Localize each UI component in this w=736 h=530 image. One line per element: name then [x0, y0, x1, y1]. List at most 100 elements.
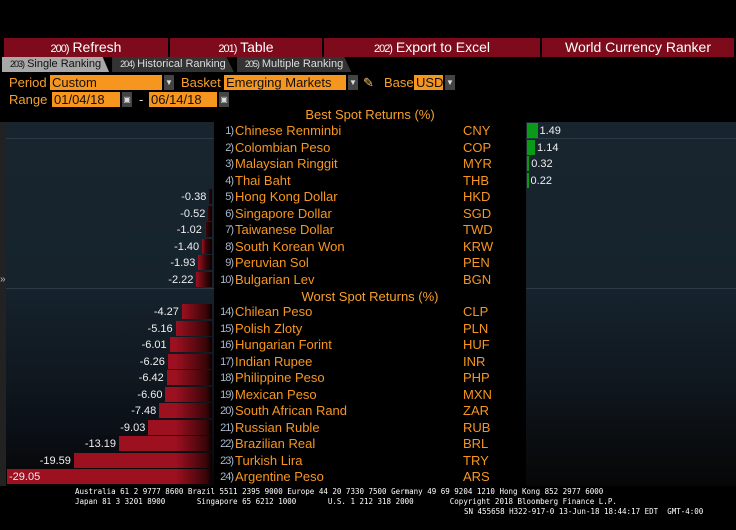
rank-number: 20) [220, 405, 234, 417]
currency-name[interactable]: Malaysian Ringgit [235, 156, 338, 172]
rank-number: 19) [220, 388, 234, 401]
negative-return-bar [204, 222, 212, 237]
rank-number: 3) [225, 158, 234, 170]
start-calendar-icon[interactable]: ▣ [122, 92, 132, 107]
rank-number: 17) [220, 355, 234, 368]
currency-name[interactable]: Peruvian Sol [235, 255, 309, 271]
currency-row[interactable]: -13.19 22) Brazilian Real BRL [0, 436, 736, 452]
currency-code: INR [463, 353, 486, 369]
currency-row[interactable]: -4.27 14) Chilean Peso CLP [0, 304, 736, 320]
return-value: -6.60 [137, 388, 163, 401]
currency-name[interactable]: Singapore Dollar [235, 206, 332, 222]
end-calendar-icon[interactable]: ▣ [219, 92, 229, 107]
currency-row[interactable]: 1.14 2) Colombian Peso COP [0, 139, 736, 156]
period-dropdown-icon[interactable]: ▼ [164, 75, 174, 90]
return-value: -6.42 [138, 372, 164, 384]
currency-name[interactable]: Russian Ruble [235, 420, 320, 436]
rank-number: 2) [225, 141, 234, 154]
currency-code: MYR [463, 156, 492, 171]
currency-name[interactable]: Chinese Renminbi [235, 123, 341, 139]
tab-label: Multiple Ranking [261, 58, 344, 70]
currency-name[interactable]: Indian Rupee [235, 354, 312, 370]
end-date-input[interactable]: 06/14/18 [149, 92, 217, 107]
currency-row[interactable]: -0.38 5) Hong Kong Dollar HKD [0, 189, 736, 205]
edit-pencil-icon[interactable]: ✎ [363, 75, 374, 90]
base-currency-select[interactable]: USD [414, 75, 443, 90]
currency-name[interactable]: South African Rand [235, 403, 347, 419]
currency-name[interactable]: Brazilian Real [235, 436, 315, 452]
export-excel-button[interactable]: 202) Export to Excel [324, 38, 540, 57]
currency-row[interactable]: 1.49 1) Chinese Renminbi CNY [0, 123, 736, 139]
footer-contacts-1: Australia 61 2 9777 8600 Brazil 5511 239… [75, 487, 604, 496]
currency-name[interactable]: Chilean Peso [235, 304, 312, 320]
tab-single-ranking[interactable]: 203) Single Ranking [2, 57, 110, 72]
basket-dropdown-icon[interactable]: ▼ [348, 75, 358, 90]
currency-code: BRL [463, 436, 489, 451]
negative-return-bar [181, 304, 212, 319]
tab-historical-ranking[interactable]: 204) Historical Ranking [112, 57, 234, 72]
currency-row[interactable]: -29.05 24) Argentine Peso ARS [0, 469, 736, 485]
negative-return-bar [165, 386, 212, 402]
return-value: -1.93 [170, 257, 196, 269]
negative-return-bar [119, 436, 212, 451]
start-date-input[interactable]: 01/04/18 [52, 92, 120, 107]
footer-session-info: SN 455658 H322-917-0 13-Jun-18 18:44:17 … [464, 507, 704, 516]
currency-row[interactable]: -1.02 7) Taiwanese Dollar TWD [0, 222, 736, 238]
table-number: 201) [218, 43, 237, 55]
refresh-button[interactable]: 200) Refresh [4, 38, 168, 57]
currency-name[interactable]: Polish Zloty [235, 321, 302, 337]
footer-contacts-2: Japan 81 3 3201 8900 Singapore 65 6212 1… [75, 497, 617, 506]
base-dropdown-icon[interactable]: ▼ [445, 75, 455, 90]
return-value: 1.14 [537, 141, 559, 154]
table-label: Table [240, 39, 274, 55]
currency-code: TRY [463, 452, 489, 468]
currency-code: ARS [463, 469, 490, 484]
currency-name[interactable]: Hong Kong Dollar [235, 189, 338, 205]
currency-row[interactable]: -9.03 21) Russian Ruble RUB [0, 419, 736, 436]
currency-name[interactable]: Bulgarian Lev [235, 272, 315, 288]
grid-line [6, 288, 214, 289]
worst-returns-header: Worst Spot Returns (%) [301, 289, 439, 304]
positive-return-bar [527, 123, 538, 138]
currency-row[interactable]: -5.16 15) Polish Zloty PLN [0, 320, 736, 337]
rank-number: 15) [220, 322, 234, 335]
currency-row[interactable]: -6.60 19) Mexican Peso MXN [0, 386, 736, 403]
return-value: -1.40 [174, 240, 200, 253]
rank-number: 9) [225, 257, 234, 269]
currency-row[interactable]: -6.42 18) Philippine Peso PHP [0, 370, 736, 386]
currency-row[interactable]: -19.59 23) Turkish Lira TRY [0, 452, 736, 469]
currency-name[interactable]: Colombian Peso [235, 140, 330, 156]
toolbar: 200) Refresh 201) Table 202) Export to E… [4, 38, 736, 57]
negative-return-bar [73, 452, 212, 468]
currency-name[interactable]: Hungarian Forint [235, 337, 332, 353]
period-select[interactable]: Custom [50, 75, 162, 90]
currency-name[interactable]: Taiwanese Dollar [235, 222, 334, 238]
currency-name[interactable]: Mexican Peso [235, 387, 317, 403]
currency-row[interactable]: -0.52 6) Singapore Dollar SGD [0, 205, 736, 222]
currency-row[interactable]: -7.48 20) South African Rand ZAR [0, 403, 736, 419]
table-button[interactable]: 201) Table [170, 38, 322, 57]
rank-number: 1) [225, 125, 234, 137]
currency-row[interactable]: -6.01 16) Hungarian Forint HUF [0, 337, 736, 353]
currency-code: MXN [463, 386, 492, 402]
currency-name[interactable]: South Korean Won [235, 239, 345, 255]
currency-row[interactable]: -6.26 17) Indian Rupee INR [0, 353, 736, 370]
rank-number: 5) [225, 191, 234, 203]
tab-label: Single Ranking [27, 58, 102, 70]
rank-number: 7) [225, 224, 234, 236]
currency-row[interactable]: -1.40 8) South Korean Won KRW [0, 238, 736, 255]
currency-name[interactable]: Thai Baht [235, 173, 291, 189]
tab-number: 203) [10, 59, 25, 69]
tab-multiple-ranking[interactable]: 205) Multiple Ranking [236, 57, 352, 72]
currency-name[interactable]: Philippine Peso [235, 370, 325, 386]
basket-select[interactable]: Emerging Markets [224, 75, 346, 90]
currency-code: BGN [463, 271, 492, 287]
currency-row[interactable]: 0.22 4) Thai Baht THB [0, 172, 736, 189]
currency-name[interactable]: Turkish Lira [235, 453, 302, 469]
currency-name[interactable]: Argentine Peso [235, 469, 324, 485]
return-value: -4.27 [153, 306, 179, 318]
currency-row[interactable]: -2.22 10) Bulgarian Lev BGN [0, 271, 736, 288]
currency-row[interactable]: -1.93 9) Peruvian Sol PEN [0, 255, 736, 271]
return-value: -0.52 [180, 207, 206, 220]
currency-row[interactable]: 0.32 3) Malaysian Ringgit MYR [0, 156, 736, 172]
